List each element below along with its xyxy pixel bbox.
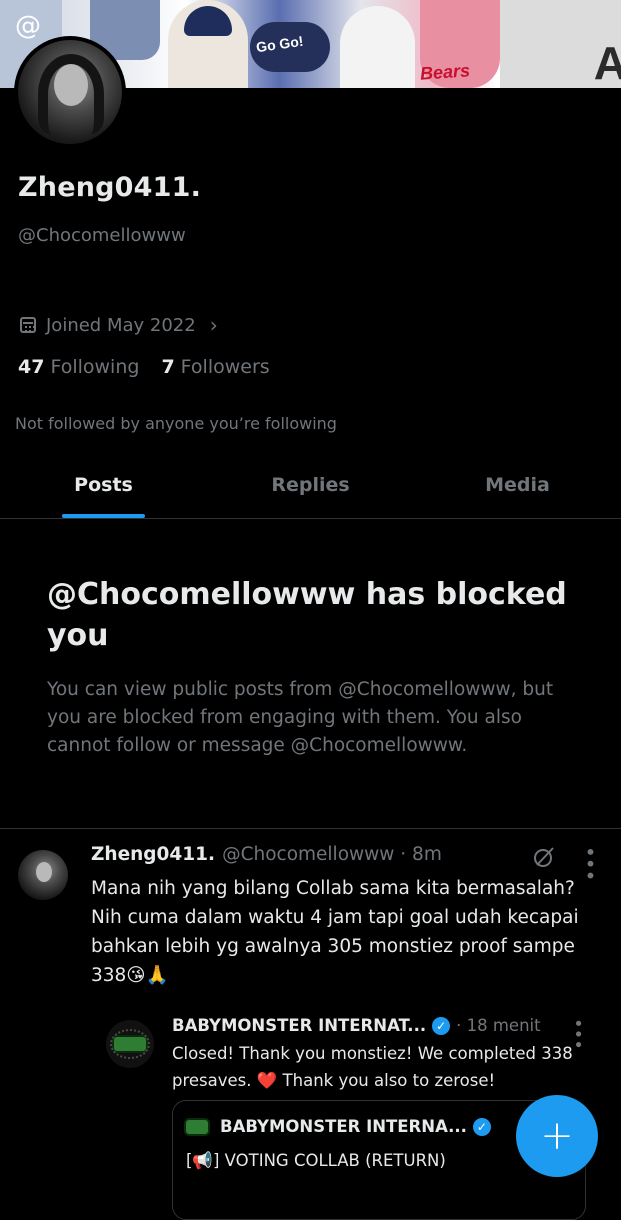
quoted-header: BABYMONSTER INTERNAT... · 18 menit [172,1016,541,1035]
tab-media-label: Media [485,474,550,496]
joined-date[interactable]: Joined May 2022 › [20,313,218,337]
display-name: Zheng0411. [18,172,202,203]
tweet-text: Mana nih yang bilang Collab sama kita be… [91,878,585,986]
profile-handle: @Chocomellowww [18,225,186,246]
not-followed-text: Not followed by anyone you’re following [15,414,337,433]
following-count: 47 [18,356,45,378]
profile-avatar[interactable] [14,36,126,148]
tab-replies-label: Replies [271,474,350,496]
more-vertical-icon[interactable]: ••• [578,846,602,881]
banner-mascot [168,0,248,88]
tab-media[interactable]: Media [414,466,621,518]
following-label: Following [50,356,140,378]
divider [0,828,621,829]
nested-quote-text: [📢] VOTING COLLAB (RETURN) [186,1151,446,1170]
tweet-avatar[interactable] [18,850,68,900]
banner-photo-segment [340,6,415,88]
followers-label: Followers [180,356,270,378]
tab-posts[interactable]: Posts [0,466,207,518]
grok-icon[interactable] [532,845,556,869]
calendar-icon [20,317,36,333]
follow-stats: 47 Following 7 Followers [18,356,270,378]
chevron-right-icon: › [209,313,218,337]
avatar-image [18,40,122,144]
swirl-icon: @ [15,11,41,41]
babymonster-logo-icon [186,1119,208,1134]
tweet-author-name[interactable]: Zheng0411. [91,844,215,865]
quoted-time: · 18 menit [456,1016,541,1035]
followers-count: 7 [161,356,175,378]
nested-quote-header: BABYMONSTER INTERNA... [186,1117,497,1136]
compose-button[interactable]: + [516,1095,598,1177]
tweet-header: Zheng0411. @Chocomellowww · 8m [91,844,442,865]
profile-tabs: Posts Replies Media [0,466,621,519]
babymonster-logo-icon [110,1029,150,1059]
verified-badge-icon [432,1016,451,1035]
blocked-title: @Chocomellowww has blocked you [47,577,567,653]
joined-text: Joined May 2022 [46,314,196,336]
tab-replies[interactable]: Replies [207,466,414,518]
banner-bears-text: Bears [419,60,471,84]
plus-icon: + [540,1113,574,1159]
verified-badge-icon [472,1117,491,1136]
blocked-description: You can view public posts from @Chocomel… [47,679,554,756]
followers-link[interactable]: 7 Followers [161,356,269,378]
quoted-text: Closed! Thank you monstiez! We completed… [172,1044,573,1090]
nested-quote-author: BABYMONSTER INTERNA... [220,1117,467,1136]
active-tab-indicator [62,514,145,518]
tab-posts-label: Posts [74,474,133,496]
tweet-handle-time: @Chocomellowww · 8m [222,844,442,865]
following-link[interactable]: 47 Following [18,356,139,378]
quoted-author-name[interactable]: BABYMONSTER INTERNAT... [172,1016,426,1035]
banner-photo-segment [500,0,621,88]
quoted-avatar[interactable] [106,1020,154,1068]
